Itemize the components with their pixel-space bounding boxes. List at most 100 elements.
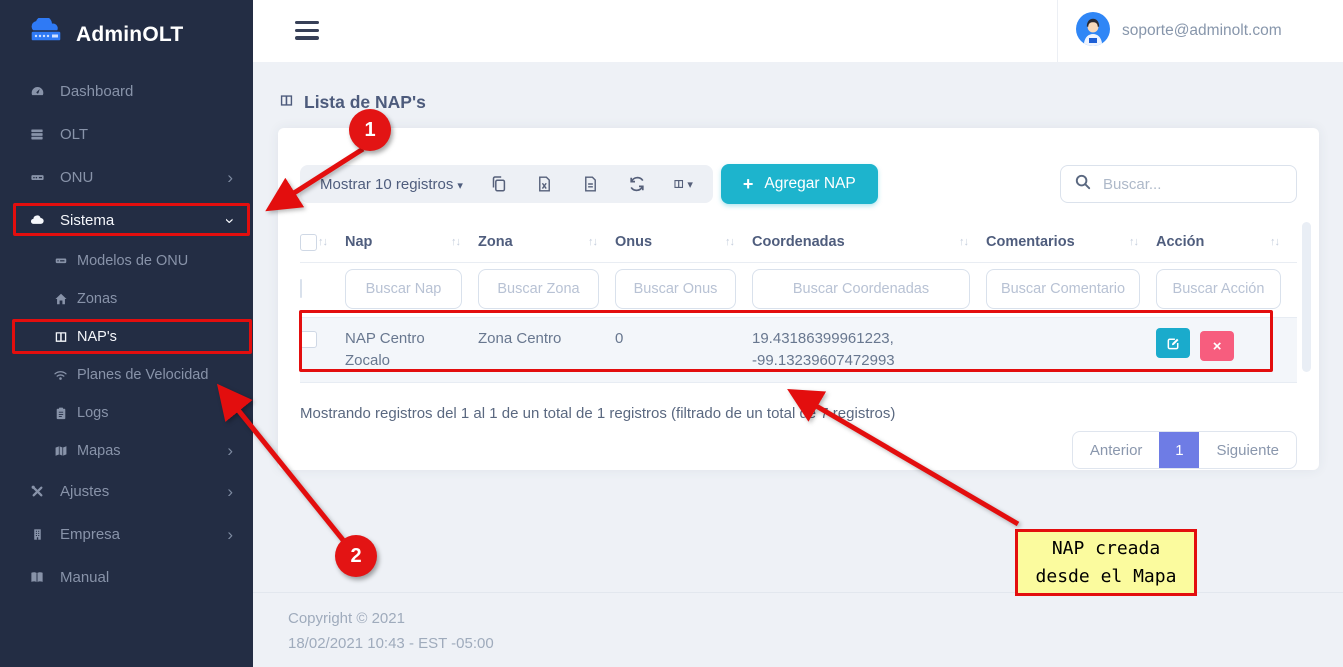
sort-desc-icon: ↓ (1275, 236, 1280, 248)
column-header-nap[interactable]: Nap↑↓ (345, 222, 478, 262)
sidebar-item-label: Empresa (60, 526, 213, 543)
sidebar-item-naps[interactable]: NAP's (0, 318, 253, 356)
server-stack-icon (28, 127, 46, 143)
sidebar-item-label: Zonas (77, 291, 233, 307)
add-nap-button[interactable]: + Agregar NAP (721, 164, 878, 204)
sidebar-item-empresa[interactable]: Empresa › (0, 513, 253, 556)
brand-name: AdminOLT (76, 23, 183, 47)
caret-down-icon: ▾ (687, 178, 693, 191)
filter-onus-input[interactable] (615, 269, 736, 309)
footer: Copyright © 2021 18/02/2021 10:43 - EST … (253, 592, 1343, 667)
app-window: AdminOLT Dashboard OLT ONU › Siste (0, 0, 1343, 667)
clipboard-icon (52, 405, 69, 421)
sidebar-item-onu[interactable]: ONU › (0, 156, 253, 199)
home-icon (52, 291, 69, 307)
naps-table: ↑↓ Nap↑↓ Zona↑↓ Onus↑↓ Coordenadas↑↓ Com… (300, 222, 1297, 383)
pagination-next-button[interactable]: Siguiente (1199, 432, 1296, 468)
cell-zona: Zona Centro (478, 328, 615, 350)
pagination-prev-button[interactable]: Anterior (1073, 432, 1160, 468)
chevron-right-icon: › (227, 168, 233, 188)
column-header-zona[interactable]: Zona↑↓ (478, 222, 615, 262)
sort-desc-icon: ↓ (456, 236, 461, 248)
sidebar-item-label: Sistema (60, 212, 213, 229)
sidebar-item-label: Manual (60, 569, 233, 586)
sidebar-item-manual[interactable]: Manual (0, 556, 253, 599)
sort-desc-icon: ↓ (964, 236, 969, 248)
brand-logo[interactable]: AdminOLT (0, 0, 253, 70)
cell-coordenadas: 19.43186399961223, -99.13239607472993 (752, 328, 986, 372)
search-input[interactable] (1103, 176, 1302, 193)
table-row: NAP Centro Zocalo Zona Centro 0 19.43186… (300, 317, 1297, 383)
map-icon (52, 443, 69, 459)
copy-button[interactable] (489, 175, 509, 194)
column-header-accion[interactable]: Acción↑↓ (1156, 222, 1297, 262)
sidebar-item-label: Planes de Velocidad (77, 367, 233, 383)
row-checkbox[interactable] (300, 331, 317, 348)
sidebar-item-planes-de-velocidad[interactable]: Planes de Velocidad (0, 356, 253, 394)
cell-accion: × (1156, 328, 1297, 361)
column-header-comentarios[interactable]: Comentarios↑↓ (986, 222, 1156, 262)
avatar (1076, 12, 1110, 51)
select-all-header[interactable]: ↑↓ (300, 222, 345, 262)
table-header-row: ↑↓ Nap↑↓ Zona↑↓ Onus↑↓ Coordenadas↑↓ Com… (300, 222, 1297, 263)
filter-zona-input[interactable] (478, 269, 599, 309)
server-small-icon (52, 253, 69, 269)
gauge-icon (28, 84, 46, 100)
cell-nap: NAP Centro Zocalo (345, 328, 478, 372)
filter-accion-input[interactable] (1156, 269, 1281, 309)
export-file-button[interactable] (581, 175, 601, 194)
export-excel-button[interactable] (535, 175, 555, 194)
sidebar-item-olt[interactable]: OLT (0, 113, 253, 156)
sort-desc-icon: ↓ (1134, 236, 1139, 248)
sidebar-item-sistema[interactable]: Sistema › (0, 199, 253, 242)
sidebar-item-label: ONU (60, 169, 213, 186)
filter-coordenadas-input[interactable] (752, 269, 970, 309)
cloud-icon (28, 213, 46, 229)
sidebar: AdminOLT Dashboard OLT ONU › Siste (0, 0, 253, 667)
wifi-icon (52, 367, 69, 383)
sidebar-item-label: OLT (60, 126, 233, 143)
footer-copyright: Copyright © 2021 (288, 606, 1343, 631)
footer-datetime: 18/02/2021 10:43 - EST -05:00 (288, 631, 1343, 656)
filter-nap-input[interactable] (345, 269, 462, 309)
sidebar-item-label: Logs (77, 405, 233, 421)
user-menu[interactable]: soporte@adminolt.com (1057, 0, 1343, 62)
page-title: Lista de NAP's (278, 92, 426, 113)
page-length-dropdown[interactable]: Mostrar 10 registros▾ (320, 176, 463, 193)
column-visibility-button[interactable]: ▾ (673, 175, 693, 194)
sidebar-item-ajustes[interactable]: Ajustes › (0, 470, 253, 513)
building-icon (28, 527, 46, 543)
edit-button[interactable] (1156, 328, 1190, 358)
delete-button[interactable]: × (1200, 331, 1234, 361)
table-toolbar: Mostrar 10 registros▾ ▾ (300, 164, 1297, 204)
sidebar-item-dashboard[interactable]: Dashboard (0, 70, 253, 113)
page-title-text: Lista de NAP's (304, 92, 426, 113)
select-all-checkbox[interactable] (300, 234, 317, 251)
global-search (1060, 165, 1297, 203)
sidebar-item-modelos-de-onu[interactable]: Modelos de ONU (0, 242, 253, 280)
chevron-right-icon: › (227, 482, 233, 502)
plus-icon: + (743, 174, 754, 195)
toolbar-group: Mostrar 10 registros▾ ▾ (300, 165, 713, 203)
table-scrollbar[interactable] (1302, 222, 1311, 372)
column-header-onus[interactable]: Onus↑↓ (615, 222, 752, 262)
sidebar-item-logs[interactable]: Logs (0, 394, 253, 432)
sidebar-item-mapas[interactable]: Mapas › (0, 432, 253, 470)
filter-comentario-input[interactable] (986, 269, 1140, 309)
sidebar-item-label: Dashboard (60, 83, 233, 100)
pagination-page-1[interactable]: 1 (1159, 432, 1199, 468)
cell-onus: 0 (615, 328, 752, 350)
book-icon (28, 570, 46, 586)
filter-checkbox-column[interactable] (300, 279, 302, 298)
table-filter-row (300, 263, 1297, 317)
pagination: Anterior 1 Siguiente (1072, 431, 1297, 469)
refresh-button[interactable] (627, 175, 647, 194)
column-header-coordenadas[interactable]: Coordenadas↑↓ (752, 222, 986, 262)
sidebar-item-label: Mapas (77, 443, 219, 459)
sidebar-item-zonas[interactable]: Zonas (0, 280, 253, 318)
sidebar-item-label: Modelos de ONU (77, 253, 233, 269)
hamburger-menu-icon[interactable] (295, 21, 319, 44)
chevron-right-icon: › (227, 441, 233, 461)
caret-down-icon: ▾ (457, 180, 463, 192)
search-icon (1074, 173, 1092, 196)
